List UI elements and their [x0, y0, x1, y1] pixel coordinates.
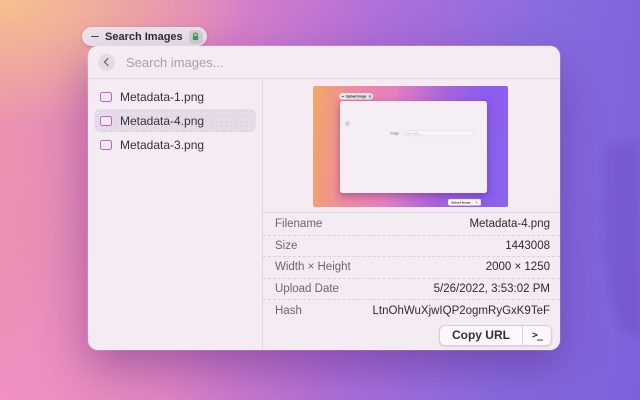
metadata-value: LtnOhWuXjwIQP2ogmRyGxK9TeF [302, 305, 550, 317]
search-bar [88, 46, 560, 79]
desktop-wallpaper: Search Images Metadata-1.png [0, 0, 640, 400]
image-file-icon [100, 92, 112, 102]
metadata-value: Metadata-4.png [322, 218, 550, 230]
launcher-label: Search Images [105, 31, 183, 43]
metadata-table: Filename Metadata-4.png Size 1443008 Wid… [263, 213, 560, 321]
image-file-icon [100, 140, 112, 150]
list-item[interactable]: Metadata-3.png [94, 133, 256, 156]
image-preview: Image Upload Image >_ Upload Im [313, 86, 508, 207]
footer-button-group: Copy URL >_ [439, 325, 552, 346]
preview-pill-label: Upload Image [346, 94, 367, 98]
list-item[interactable]: Metadata-1.png [94, 85, 256, 108]
metadata-value: 2000 × 1250 [351, 261, 550, 273]
chevron-left-icon [103, 58, 111, 66]
list-item-selected[interactable]: Metadata-4.png [94, 109, 256, 132]
image-file-icon [100, 116, 112, 126]
metadata-label: Width × Height [275, 261, 351, 273]
preview-upload-button: Upload Image [448, 199, 472, 205]
minus-icon [91, 36, 99, 38]
preview-content: Image Upload Image >_ Upload Im [313, 86, 508, 207]
metadata-label: Upload Date [275, 283, 339, 295]
metadata-value: 1443008 [297, 240, 550, 252]
list-item-label: Metadata-3.png [120, 138, 204, 152]
terminal-icon[interactable]: >_ [523, 326, 551, 345]
preview-footer-buttons: Upload Image >_ [448, 199, 481, 206]
metadata-row-hash: Hash LtnOhWuXjwIQP2ogmRyGxK9TeF [263, 299, 560, 321]
metadata-row-filename: Filename Metadata-4.png [263, 213, 560, 235]
preview-path-input [403, 130, 474, 136]
metadata-value: 5/26/2022, 3:53:02 PM [339, 283, 550, 295]
list-item-label: Metadata-4.png [120, 114, 204, 128]
metadata-label: Hash [275, 305, 302, 317]
copy-url-button[interactable]: Copy URL [440, 326, 522, 345]
metadata-row-size: Size 1443008 [263, 235, 560, 257]
metadata-row-dimensions: Width × Height 2000 × 1250 [263, 256, 560, 278]
preview-back-button [345, 121, 351, 127]
chevron-left-icon [347, 122, 349, 124]
search-images-pill[interactable]: Search Images [82, 27, 207, 46]
lock-icon [369, 95, 372, 98]
lock-badge [368, 94, 372, 98]
search-images-window: Metadata-1.png Metadata-4.png Metadata-3… [88, 46, 560, 350]
back-button[interactable] [98, 54, 115, 71]
search-input[interactable] [124, 54, 550, 71]
results-list: Metadata-1.png Metadata-4.png Metadata-3… [88, 79, 263, 350]
detail-panel: Image Upload Image >_ Upload Im [263, 79, 560, 350]
lock-icon [191, 32, 200, 41]
preview-area: Image Upload Image >_ Upload Im [263, 79, 560, 213]
wallpaper-silhouette [585, 140, 640, 350]
action-footer: Copy URL >_ [263, 321, 560, 350]
metadata-label: Size [275, 240, 297, 252]
lock-badge [189, 30, 203, 44]
list-item-label: Metadata-1.png [120, 90, 204, 104]
window-content: Metadata-1.png Metadata-4.png Metadata-3… [88, 79, 560, 350]
metadata-row-upload-date: Upload Date 5/26/2022, 3:53:02 PM [263, 278, 560, 300]
preview-upload-pill: Upload Image [339, 93, 373, 100]
preview-mini-window: Image Upload Image >_ [340, 101, 487, 193]
preview-image-label: Image [340, 132, 399, 136]
terminal-icon: >_ [473, 199, 481, 205]
metadata-label: Filename [275, 218, 322, 230]
